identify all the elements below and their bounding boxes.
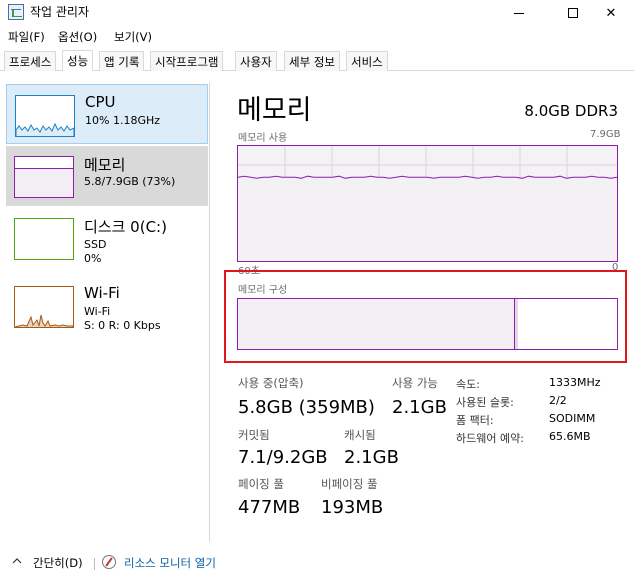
- sidebar-item-wifi[interactable]: Wi-Fi Wi-Fi S: 0 R: 0 Kbps: [6, 276, 208, 336]
- form-factor-value: SODIMM: [549, 412, 596, 425]
- cpu-title: CPU: [85, 93, 116, 111]
- committed-value: 7.1/9.2GB: [238, 447, 328, 468]
- in-use-label: 사용 중(압축): [238, 376, 304, 390]
- tab-services[interactable]: 서비스: [346, 51, 388, 71]
- available-label: 사용 가능: [392, 376, 438, 390]
- disk-title: 디스크 0(C:): [84, 218, 167, 236]
- footer-divider: [94, 558, 95, 570]
- memory-composition-bar: [237, 298, 618, 350]
- disk-thumbnail-graph: [14, 218, 74, 260]
- tab-startup[interactable]: 시작프로그램: [150, 51, 224, 71]
- composition-label: 메모리 구성: [238, 285, 288, 296]
- memory-usage: 5.8/7.9GB (73%): [84, 175, 176, 188]
- tab-bar: 프로세스 성능 앱 기록 시작프로그램 사용자 세부 정보 서비스: [0, 49, 634, 71]
- committed-label: 커밋됨: [238, 428, 270, 442]
- wifi-thumbnail-graph: [14, 286, 74, 328]
- page-title: 메모리: [237, 95, 312, 126]
- memory-thumbnail-graph: [14, 156, 74, 198]
- tab-performance[interactable]: 성능: [62, 50, 94, 71]
- composition-divider: [514, 299, 515, 349]
- wifi-throughput: S: 0 R: 0 Kbps: [84, 319, 161, 332]
- menu-options[interactable]: 옵션(O): [58, 29, 97, 45]
- wifi-adapter: Wi-Fi: [84, 305, 111, 318]
- nonpaged-pool-value: 193MB: [321, 497, 384, 518]
- paged-pool-value: 477MB: [238, 497, 301, 518]
- tab-users[interactable]: 사용자: [235, 51, 277, 71]
- cpu-usage: 10% 1.18GHz: [85, 114, 161, 127]
- sidebar-item-disk[interactable]: 디스크 0(C:) SSD 0%: [6, 208, 208, 268]
- title-bar: 작업 관리자 ✕: [0, 0, 634, 26]
- disk-type: SSD: [84, 238, 107, 251]
- open-resource-monitor-link[interactable]: 리소스 모니터 열기: [124, 555, 216, 571]
- maximize-icon: [568, 8, 578, 18]
- speed-value: 1333MHz: [549, 376, 601, 389]
- tab-app-history[interactable]: 앱 기록: [99, 51, 145, 71]
- slots-key: 사용된 슬롯:: [456, 396, 514, 409]
- memory-spec: 8.0GB DDR3: [524, 102, 618, 120]
- cached-value: 2.1GB: [344, 447, 399, 468]
- close-button[interactable]: ✕: [588, 0, 634, 26]
- resource-list: CPU 10% 1.18GHz 메모리 5.8/7.9GB (73%) 디스크 …: [0, 82, 210, 542]
- form-factor-key: 폼 팩터:: [456, 414, 494, 427]
- cached-label: 캐시됨: [344, 428, 376, 442]
- menu-view[interactable]: 보기(V): [114, 29, 152, 45]
- disk-usage: 0%: [84, 252, 102, 265]
- resource-monitor-icon: [102, 555, 116, 569]
- menu-bar: 파일(F) 옵션(O) 보기(V): [0, 27, 634, 47]
- close-icon: ✕: [605, 5, 617, 21]
- fewer-details-button[interactable]: 간단히(D): [33, 555, 83, 571]
- tab-details[interactable]: 세부 정보: [284, 51, 340, 71]
- chevron-up-icon[interactable]: [12, 556, 22, 566]
- paged-pool-label: 페이징 풀: [238, 477, 284, 491]
- window-title: 작업 관리자: [30, 5, 90, 19]
- sidebar-item-memory[interactable]: 메모리 5.8/7.9GB (73%): [6, 146, 208, 206]
- sidebar-item-cpu[interactable]: CPU 10% 1.18GHz: [6, 84, 208, 144]
- menu-file[interactable]: 파일(F): [8, 29, 45, 45]
- cpu-thumbnail-graph: [15, 95, 75, 137]
- task-manager-icon: [8, 4, 24, 20]
- slots-value: 2/2: [549, 394, 567, 407]
- usage-graph-label: 메모리 사용: [238, 133, 288, 144]
- footer-bar: 간단히(D) 리소스 모니터 열기: [0, 550, 634, 577]
- tab-processes[interactable]: 프로세스: [4, 51, 57, 71]
- minimize-icon: [514, 13, 524, 14]
- wifi-title: Wi-Fi: [84, 284, 120, 302]
- minimize-button[interactable]: [496, 0, 542, 26]
- available-value: 2.1GB: [392, 397, 447, 418]
- composition-in-use: [238, 299, 514, 349]
- nonpaged-pool-label: 비페이징 풀: [321, 477, 378, 491]
- in-use-value: 5.8GB (359MB): [238, 397, 375, 418]
- speed-key: 속도:: [456, 378, 480, 391]
- hardware-reserved-key: 하드웨어 예약:: [456, 432, 524, 445]
- memory-usage-graph: [237, 145, 618, 262]
- hardware-reserved-value: 65.6MB: [549, 430, 591, 443]
- memory-title: 메모리: [84, 156, 126, 174]
- usage-graph-max: 7.9GB: [590, 129, 621, 140]
